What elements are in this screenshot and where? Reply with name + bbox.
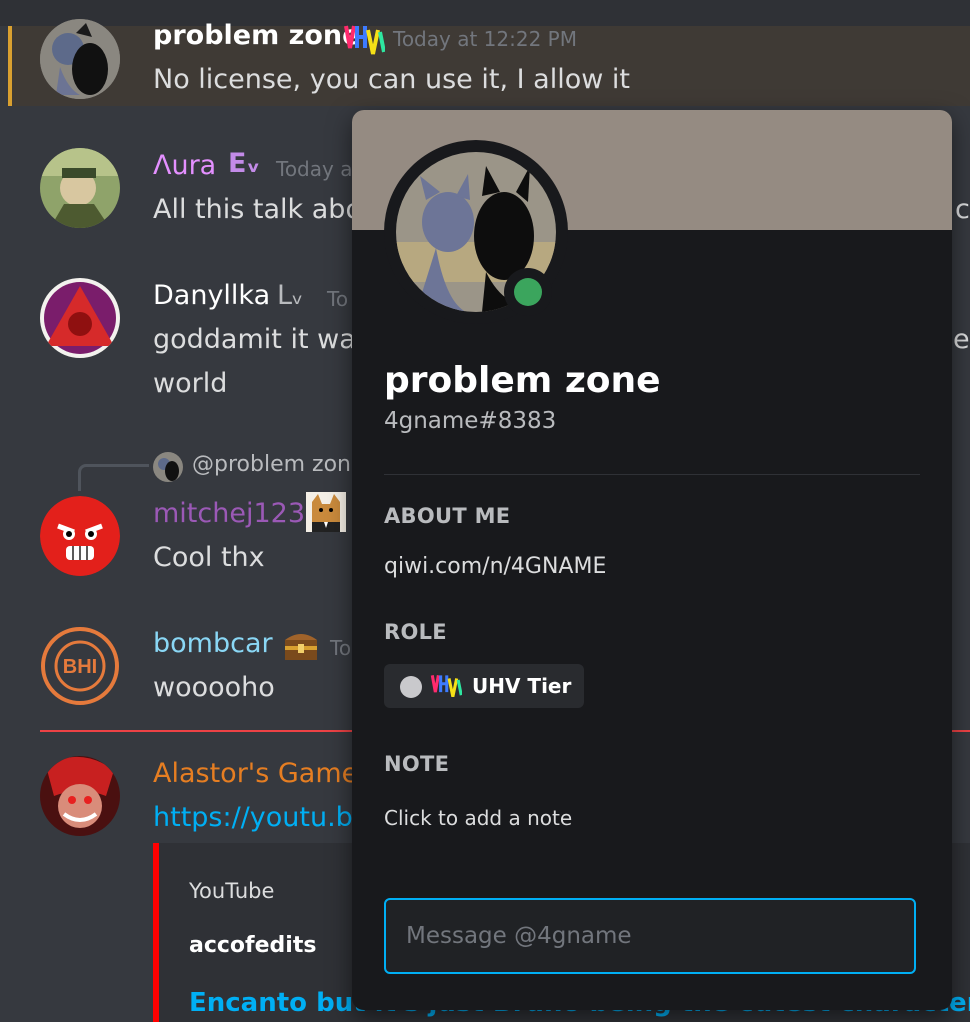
user-profile-popout: problem zone 4gname#8383 ABOUT ME qiwi.c… (352, 110, 952, 1010)
role-heading: ROLE (384, 620, 447, 644)
username[interactable]: Danyllka (153, 280, 270, 311)
profile-name: problem zone (384, 360, 661, 401)
username[interactable]: bombcar (153, 628, 273, 659)
avatar-label: BHI (63, 656, 97, 678)
username[interactable]: Λura (153, 150, 216, 181)
message-text: wooooho (153, 672, 275, 703)
embed-author[interactable]: accofedits (189, 933, 316, 958)
timestamp: To (330, 636, 352, 660)
avatar[interactable] (40, 278, 120, 358)
message-text: All this talk abo (153, 194, 362, 225)
avatar[interactable] (40, 19, 120, 99)
cat-badge-icon (306, 492, 346, 532)
about-me-text: qiwi.com/n/4GNAME (384, 554, 607, 579)
timestamp: Today at 12:22 PM (393, 27, 577, 51)
divider (384, 474, 920, 475)
profile-tag: 4gname#8383 (384, 408, 557, 434)
about-me-heading: ABOUT ME (384, 504, 511, 528)
top-bar (0, 0, 970, 26)
message-text-overflow: c (955, 194, 970, 225)
level-badge: Eᵥ (228, 148, 260, 179)
role-pill[interactable]: UHV Tier (384, 664, 584, 708)
note-field[interactable]: Click to add a note (384, 806, 572, 830)
username[interactable]: problem zone (153, 20, 360, 51)
message-text: Cool thx (153, 542, 265, 573)
uhv-badge-icon (344, 25, 385, 55)
level-badge: Lᵥ (277, 280, 304, 311)
role-color-dot[interactable] (400, 676, 422, 698)
role-name: UHV Tier (472, 674, 572, 698)
message-text-overflow: e (953, 324, 970, 355)
timestamp: Today a (276, 157, 353, 181)
message-text-line2: world (153, 368, 228, 399)
message-input[interactable] (384, 898, 916, 974)
avatar[interactable]: BHI (40, 626, 120, 706)
message-text: No license, you can use it, I allow it (153, 64, 630, 95)
uhv-role-icon (430, 675, 462, 697)
reply-connector (78, 464, 149, 491)
reply-avatar (153, 452, 183, 482)
message-text: goddamit it was (153, 324, 370, 355)
timestamp: To (327, 287, 349, 311)
avatar[interactable] (40, 148, 120, 228)
note-heading: NOTE (384, 752, 450, 776)
treasure-chest-icon (285, 634, 317, 660)
embed-provider: YouTube (189, 879, 275, 903)
avatar[interactable] (40, 756, 120, 836)
message-link[interactable]: https://youtu.b (153, 802, 353, 833)
reply-preview[interactable]: @problem zon (192, 452, 351, 477)
mention-bar (8, 26, 12, 106)
username[interactable]: mitchej123 (153, 498, 305, 529)
online-status-icon (514, 278, 542, 306)
avatar[interactable] (40, 496, 120, 576)
username[interactable]: Alastor's Game (153, 758, 358, 789)
